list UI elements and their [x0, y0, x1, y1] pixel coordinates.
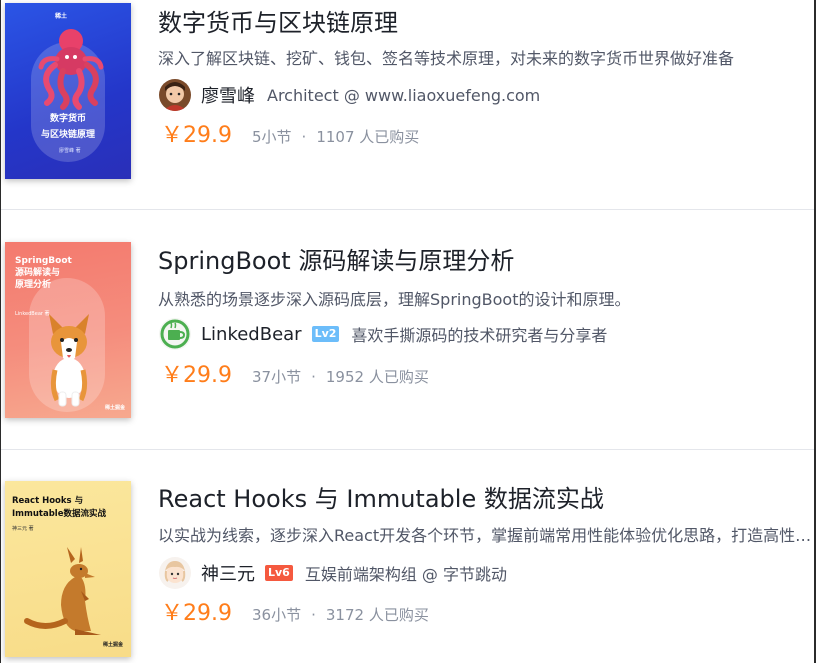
meta-separator: ·: [301, 128, 307, 146]
meta-separator: ·: [311, 606, 316, 624]
cover-title-line-2: 与区块链原理: [40, 130, 95, 140]
book-list: 稀土 数字货币 与区块链原理 廖雪峰 著 数字货币与区块链原理 深入了解区块链、…: [1, 0, 815, 663]
cover-brand: 稀土掘金: [103, 642, 124, 648]
book-description: 从熟悉的场景逐步深入源码底层，理解SpringBoot的设计和原理。: [158, 290, 631, 309]
avatar-icon: [159, 318, 191, 350]
meta-row: ￥29.9 36小节 · 3172 人已购买: [161, 599, 429, 629]
price: ￥29.9: [161, 363, 232, 388]
author-title: Architect @ www.liaoxuefeng.com: [267, 85, 541, 105]
meta-row: ￥29.9 5小节 · 1107 人已购买: [161, 121, 419, 151]
author-row: 神三元 Lv6 互娱前端架构组 @ 字节跳动: [159, 556, 507, 590]
author-row: 廖雪峰 Architect @ www.liaoxuefeng.com: [159, 78, 540, 112]
avatar[interactable]: [159, 557, 191, 589]
section-count: 36小节: [252, 606, 302, 624]
book-item[interactable]: 稀土 数字货币 与区块链原理 廖雪峰 著 数字货币与区块链原理 深入了解区块链、…: [1, 0, 814, 210]
author-name[interactable]: 廖雪峰: [201, 82, 255, 108]
book-title[interactable]: React Hooks 与 Immutable 数据流实战: [158, 484, 604, 514]
book-item[interactable]: SpringBoot 源码解读与 原理分析 LinkedBear 著 稀土掘金: [1, 211, 814, 450]
cover-brand: 稀土掘金: [105, 405, 126, 411]
meta-row: ￥29.9 37小节 · 1952 人已购买: [161, 361, 429, 391]
avatar-icon: [159, 79, 191, 111]
book-cover[interactable]: SpringBoot 源码解读与 原理分析 LinkedBear 著 稀土掘金: [5, 242, 131, 418]
section-count: 5小节: [252, 128, 292, 146]
book-cover[interactable]: 稀土 数字货币 与区块链原理 廖雪峰 著: [5, 3, 131, 179]
cover-author: 廖雪峰 著: [59, 148, 81, 154]
buyer-count: 1952 人已购买: [325, 368, 429, 386]
author-title: 互娱前端架构组 @ 字节跳动: [304, 565, 508, 584]
author-row: LinkedBear Lv2 喜欢手撕源码的技术研究者与分享者: [159, 317, 607, 351]
book-cover[interactable]: React Hooks 与 Immutable数据流实战 神三元 著 稀土掘金: [5, 481, 131, 657]
section-count: 37小节: [252, 368, 302, 386]
buyer-count: 1107 人已购买: [316, 128, 420, 146]
book-description: 深入了解区块链、挖矿、钱包、签名等技术原理，对未来的数字货币世界做好准备: [158, 49, 735, 68]
book-item[interactable]: React Hooks 与 Immutable数据流实战 神三元 著 稀土掘金 …: [1, 451, 815, 663]
avatar[interactable]: [159, 318, 191, 350]
avatar-icon: [159, 557, 191, 589]
kangaroo-illustration: [24, 547, 101, 635]
book-title[interactable]: SpringBoot 源码解读与原理分析: [158, 246, 514, 276]
level-badge: Lv2: [311, 326, 340, 342]
level-badge: Lv6: [265, 565, 293, 581]
author-title: 喜欢手撕源码的技术研究者与分享者: [351, 326, 608, 345]
author-name[interactable]: LinkedBear: [201, 324, 302, 345]
price: ￥29.9: [161, 601, 232, 626]
book-title[interactable]: 数字货币与区块链原理: [158, 8, 398, 38]
author-name[interactable]: 神三元: [201, 560, 255, 586]
price: ￥29.9: [161, 123, 232, 148]
meta-separator: ·: [311, 368, 316, 386]
buyer-count: 3172 人已购买: [325, 606, 429, 624]
book-description: 以实战为线索，逐步深入React开发各个环节，掌握前端常用性能体验优化思路，打造…: [158, 526, 815, 545]
cover-title-line-1: 数字货币: [49, 114, 86, 124]
corgi-illustration: [49, 314, 89, 407]
avatar[interactable]: [159, 79, 191, 111]
